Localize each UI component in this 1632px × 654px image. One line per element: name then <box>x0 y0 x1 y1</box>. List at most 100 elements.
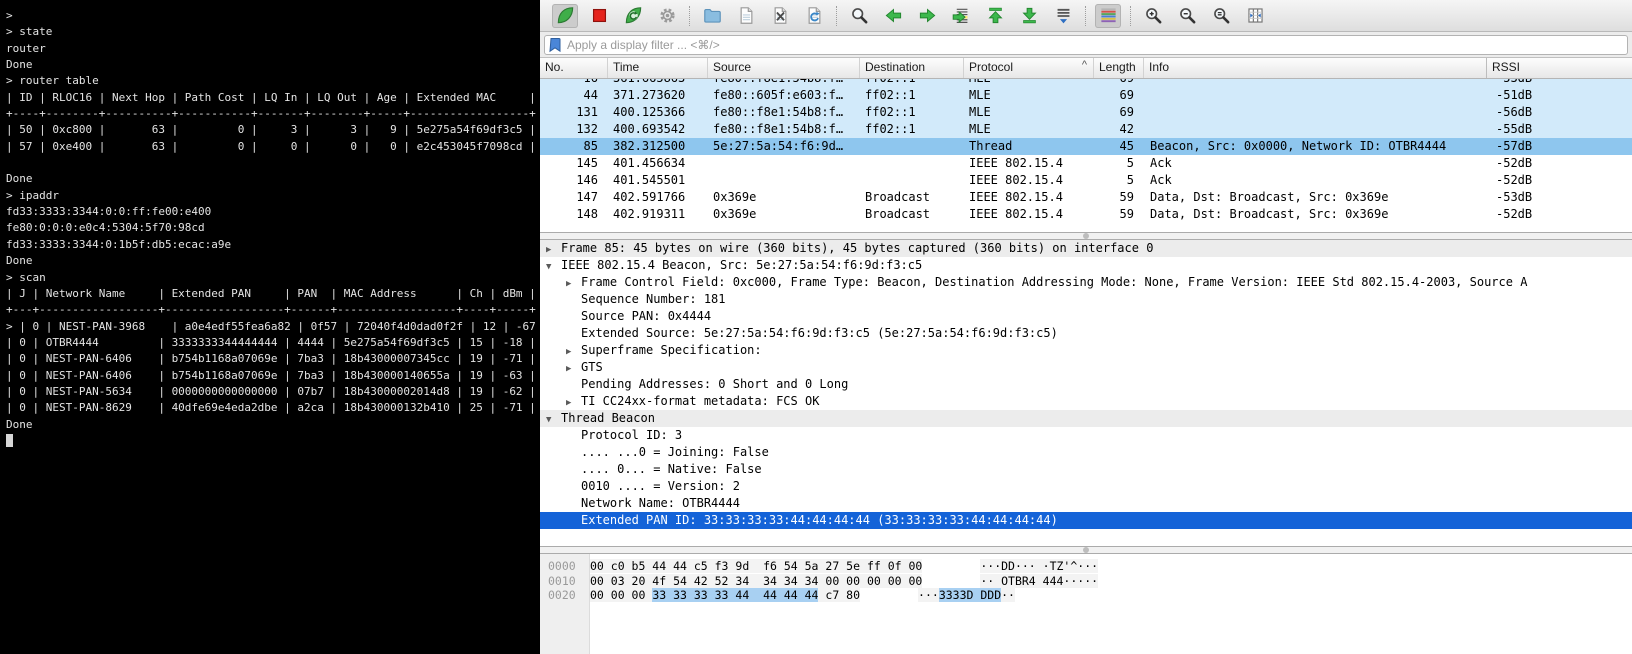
detail-row[interactable]: 0010 .... = Version: 2 <box>540 478 1632 495</box>
packet-cell-len: 69 <box>1094 87 1144 104</box>
colorize-packets-icon[interactable] <box>1095 4 1121 28</box>
open-file-icon[interactable] <box>699 4 725 28</box>
packet-cell-no: 147 <box>540 189 608 206</box>
expander-right-icon[interactable]: ▶ <box>566 276 581 291</box>
column-header-rssi[interactable]: RSSI <box>1486 58 1632 78</box>
detail-text: 0010 .... = Version: 2 <box>581 479 740 493</box>
expander-right-icon[interactable]: ▶ <box>566 395 581 410</box>
hex-byte-run: 00 00 00 <box>590 588 652 602</box>
capture-options-icon[interactable] <box>654 4 680 28</box>
packet-cell-time: 371.273620 <box>608 87 708 104</box>
detail-row[interactable]: ▶Frame Control Field: 0xc000, Frame Type… <box>540 274 1632 291</box>
hex-bytes: 00 c0 b5 44 44 c5 f3 9d f6 54 5a 27 5e f… <box>590 559 922 573</box>
expander-right-icon[interactable]: ▶ <box>566 344 581 359</box>
reload-file-icon[interactable] <box>801 4 827 28</box>
packet-cell-proto: IEEE 802.15.4 <box>964 172 1094 189</box>
detail-row[interactable]: Source PAN: 0x4444 <box>540 308 1632 325</box>
detail-row[interactable]: ▼Thread Beacon <box>540 410 1632 427</box>
hex-row[interactable]: 002000 00 00 33 33 33 33 44 44 44 44 c7 … <box>540 588 1632 603</box>
detail-row[interactable]: ▶GTS <box>540 359 1632 376</box>
packet-cell-proto: Thread <box>964 138 1094 155</box>
terminal-pane[interactable]: >> staterouterDone> router table| ID | R… <box>0 0 540 654</box>
terminal-line: > ipaddr <box>6 188 540 204</box>
close-file-icon[interactable] <box>767 4 793 28</box>
detail-row[interactable]: Extended PAN ID: 33:33:33:33:44:44:44:44… <box>540 512 1632 529</box>
packet-row[interactable]: 145401.456634IEEE 802.15.45Ack-52dB <box>540 155 1632 172</box>
packet-cell-src: 0x369e <box>708 189 860 206</box>
packet-cell-len: 5 <box>1094 155 1144 172</box>
zoom-in-icon[interactable] <box>1140 4 1166 28</box>
display-filter-input[interactable] <box>567 38 1623 52</box>
last-packet-icon[interactable] <box>1016 4 1042 28</box>
detail-text: Pending Addresses: 0 Short and 0 Long <box>581 377 848 391</box>
pane-splitter[interactable] <box>540 232 1632 240</box>
hex-row[interactable]: 000000 c0 b5 44 44 c5 f3 9d f6 54 5a 27 … <box>540 559 1632 574</box>
packet-cell-proto: IEEE 802.15.4 <box>964 189 1094 206</box>
find-packet-icon[interactable] <box>846 4 872 28</box>
go-to-packet-icon[interactable] <box>948 4 974 28</box>
restart-capture-icon[interactable] <box>620 4 646 28</box>
column-header-source[interactable]: Source <box>708 58 860 78</box>
column-header-label: No. <box>545 60 564 74</box>
first-packet-icon[interactable] <box>982 4 1008 28</box>
packet-row[interactable]: 132400.693542fe80::f8e1:54b8:f…ff02::1ML… <box>540 121 1632 138</box>
display-filter-box[interactable] <box>544 35 1628 55</box>
detail-row[interactable]: ▶Frame 85: 45 bytes on wire (360 bits), … <box>540 240 1632 257</box>
expander-down-icon[interactable]: ▼ <box>546 259 561 274</box>
column-header-info[interactable]: Info <box>1144 58 1487 78</box>
terminal-line: router <box>6 41 540 57</box>
detail-row[interactable]: Protocol ID: 3 <box>540 427 1632 444</box>
packet-row[interactable]: 44371.273620fe80::605f:e603:f…ff02::1MLE… <box>540 87 1632 104</box>
packet-cell-rssi: -57dB <box>1487 138 1632 155</box>
packet-cell-no: 16 <box>540 79 608 87</box>
packet-row[interactable]: 85382.3125005e:27:5a:54:f6:9d…Thread45Be… <box>540 138 1632 155</box>
packet-row[interactable]: 147402.5917660x369eBroadcastIEEE 802.15.… <box>540 189 1632 206</box>
previous-packet-icon[interactable] <box>880 4 906 28</box>
expander-down-icon[interactable]: ▼ <box>546 412 561 427</box>
column-header-protocol[interactable]: Protocol^ <box>964 58 1094 78</box>
bookmark-icon[interactable] <box>549 37 562 53</box>
hex-offset: 0020 <box>548 588 590 603</box>
detail-text: GTS <box>581 360 603 374</box>
auto-scroll-icon[interactable] <box>1050 4 1076 28</box>
packet-row[interactable]: 146401.545501IEEE 802.15.45Ack-52dB <box>540 172 1632 189</box>
start-capture-icon[interactable] <box>552 4 578 28</box>
packet-cell-proto: IEEE 802.15.4 <box>964 206 1094 223</box>
detail-row[interactable]: Network Name: OTBR4444 <box>540 495 1632 512</box>
column-header-destination[interactable]: Destination <box>860 58 964 78</box>
next-packet-icon[interactable] <box>914 4 940 28</box>
hex-row[interactable]: 001000 03 20 4f 54 42 52 34 34 34 34 00 … <box>540 574 1632 589</box>
resize-columns-icon[interactable] <box>1242 4 1268 28</box>
detail-row[interactable]: ▶Superframe Specification: <box>540 342 1632 359</box>
column-header-time[interactable]: Time <box>608 58 708 78</box>
detail-row[interactable]: ▼IEEE 802.15.4 Beacon, Src: 5e:27:5a:54:… <box>540 257 1632 274</box>
terminal-line: fe80:0:0:0:e0c4:5304:5f70:98cd <box>6 220 540 236</box>
hex-offset: 0010 <box>548 574 590 589</box>
stop-capture-icon[interactable] <box>586 4 612 28</box>
packet-cell-proto: MLE <box>964 87 1094 104</box>
detail-row[interactable]: Sequence Number: 181 <box>540 291 1632 308</box>
expander-right-icon[interactable]: ▶ <box>566 361 581 376</box>
zoom-out-icon[interactable] <box>1174 4 1200 28</box>
packet-row[interactable]: 131400.125366fe80::f8e1:54b8:f…ff02::1ML… <box>540 104 1632 121</box>
packet-cell-info: Beacon, Src: 0x0000, Network ID: OTBR444… <box>1144 138 1487 155</box>
zoom-reset-icon[interactable] <box>1208 4 1234 28</box>
expander-right-icon[interactable]: ▶ <box>546 242 561 257</box>
packet-cell-len: 5 <box>1094 172 1144 189</box>
detail-row[interactable]: .... 0... = Native: False <box>540 461 1632 478</box>
detail-row[interactable]: ▶TI CC24xx-format metadata: FCS OK <box>540 393 1632 410</box>
detail-row[interactable]: Pending Addresses: 0 Short and 0 Long <box>540 376 1632 393</box>
save-file-icon[interactable] <box>733 4 759 28</box>
packet-row[interactable]: 16361.665863fe80::f8e1:54b8:f…ff02::1MLE… <box>540 79 1632 87</box>
toolbar-separator <box>689 6 690 26</box>
column-header-length[interactable]: Length <box>1094 58 1144 78</box>
terminal-line: Done <box>6 57 540 73</box>
pane-splitter[interactable] <box>540 546 1632 554</box>
detail-row[interactable]: Extended Source: 5e:27:5a:54:f6:9d:f3:c5… <box>540 325 1632 342</box>
packet-cell-rssi: -55dB <box>1487 121 1632 138</box>
detail-row[interactable]: .... ...0 = Joining: False <box>540 444 1632 461</box>
packet-list-header[interactable]: No. TimeSourceDestinationProtocol^LengthI… <box>540 58 1632 79</box>
packet-row[interactable]: 148402.9193110x369eBroadcastIEEE 802.15.… <box>540 206 1632 223</box>
packet-cell-len: 69 <box>1094 79 1144 87</box>
column-header-no[interactable]: No. <box>540 58 608 78</box>
